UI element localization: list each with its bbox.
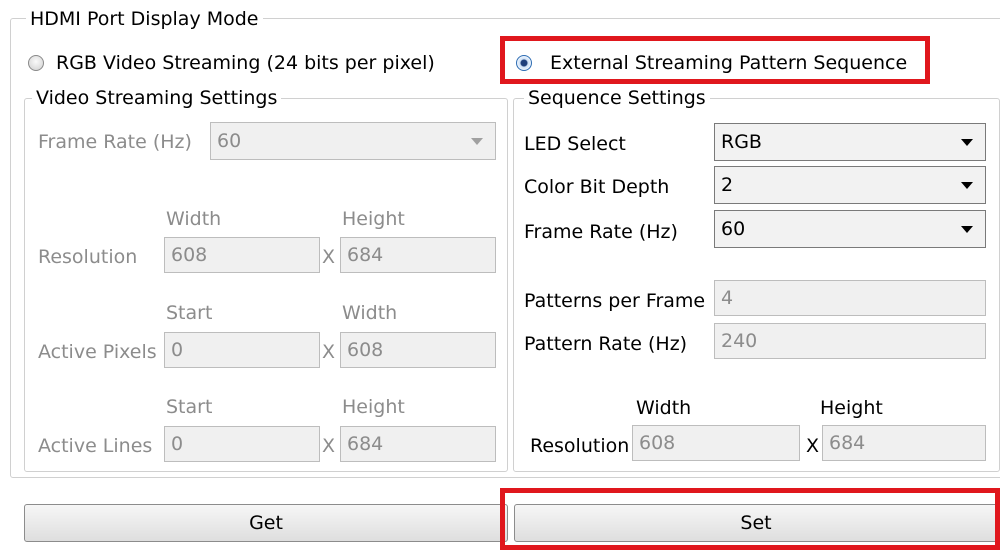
led-select-value: RGB [721, 131, 762, 153]
patterns-per-frame-label: Patterns per Frame [524, 290, 706, 312]
chevron-down-icon [471, 138, 483, 145]
video-res-height-field[interactable]: 684 [340, 237, 496, 273]
highlight-external-option [500, 36, 930, 84]
chevron-down-icon [961, 182, 973, 189]
seq-res-x: X [806, 435, 820, 457]
radio-rgb-indicator[interactable] [28, 55, 44, 71]
hdmi-mode-title: HDMI Port Display Mode [26, 8, 263, 30]
res-height-header: Height [342, 208, 405, 230]
chevron-down-icon [961, 226, 973, 233]
active-lines-label: Active Lines [38, 435, 153, 457]
color-bit-depth-value: 2 [721, 174, 734, 196]
color-bit-depth-label: Color Bit Depth [524, 176, 670, 198]
ap-width-header: Width [342, 302, 398, 324]
patterns-per-frame-field[interactable]: 4 [714, 280, 986, 316]
ap-start-header: Start [166, 302, 213, 324]
active-lines-start-field[interactable]: 0 [164, 426, 320, 462]
highlight-set-button [500, 488, 1000, 550]
seq-res-height-field[interactable]: 684 [822, 425, 986, 461]
active-pixels-width-field[interactable]: 608 [340, 332, 496, 368]
video-frame-rate-select[interactable]: 60 [210, 122, 496, 160]
pattern-rate-label: Pattern Rate (Hz) [524, 333, 688, 355]
active-pixels-label: Active Pixels [38, 341, 157, 363]
video-res-width-field[interactable]: 608 [164, 237, 320, 273]
radio-rgb-label[interactable]: RGB Video Streaming (24 bits per pixel) [56, 52, 435, 74]
seq-res-width-field[interactable]: 608 [632, 425, 800, 461]
seq-frame-rate-dropdown[interactable]: 60 [714, 210, 986, 248]
video-frame-rate-label: Frame Rate (Hz) [38, 131, 192, 153]
al-start-header: Start [166, 396, 213, 418]
seq-height-header: Height [820, 397, 883, 419]
seq-width-header: Width [636, 397, 692, 419]
active-pixels-x: X [322, 341, 336, 363]
res-width-header: Width [166, 208, 222, 230]
active-lines-height-field[interactable]: 684 [340, 426, 496, 462]
video-res-x: X [322, 246, 336, 268]
video-settings-title: Video Streaming Settings [32, 87, 282, 109]
seq-frame-rate-value: 60 [721, 218, 746, 240]
seq-resolution-label: Resolution [530, 435, 630, 457]
chevron-down-icon [961, 139, 973, 146]
pattern-rate-field[interactable]: 240 [714, 323, 986, 359]
led-select-label: LED Select [524, 133, 626, 155]
sequence-settings-title: Sequence Settings [524, 87, 710, 109]
active-pixels-start-field[interactable]: 0 [164, 332, 320, 368]
led-select-dropdown[interactable]: RGB [714, 123, 986, 161]
active-lines-x: X [322, 435, 336, 457]
seq-frame-rate-label: Frame Rate (Hz) [524, 221, 678, 243]
al-height-header: Height [342, 396, 405, 418]
color-bit-depth-dropdown[interactable]: 2 [714, 166, 986, 204]
video-frame-rate-value: 60 [217, 130, 242, 152]
video-resolution-label: Resolution [38, 246, 138, 268]
get-button[interactable]: Get [24, 504, 508, 542]
